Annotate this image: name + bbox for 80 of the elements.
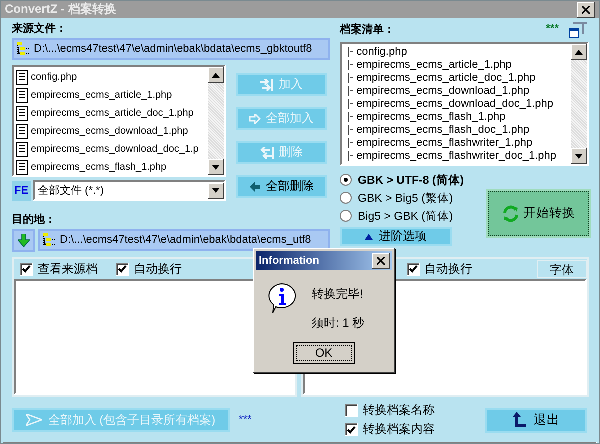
marker-text: ***: [239, 414, 252, 426]
section-label: 档案清单：: [340, 22, 395, 38]
scrollbar[interactable]: [208, 67, 224, 175]
close-button[interactable]: [577, 2, 595, 18]
checkbox[interactable]: 查看来源档: [20, 260, 98, 278]
checkmark-icon: [22, 265, 31, 273]
document-icon: [16, 106, 28, 120]
list-item[interactable]: |- config.php: [347, 45, 569, 58]
file-item[interactable]: empirecms_ecms_download_1.php: [16, 122, 206, 140]
list-item[interactable]: |- empirecms_ecms_download_doc_1.php: [347, 97, 569, 110]
checkmark-icon: [347, 426, 356, 434]
dialog-detail: 须时: 1 秒: [312, 315, 365, 332]
checkmark-icon: [408, 265, 418, 273]
window-title: ConvertZ - 档案转换: [5, 1, 116, 18]
scroll-down-icon[interactable]: [212, 164, 220, 170]
down-arrow-button[interactable]: [12, 229, 35, 252]
list-item[interactable]: |- empirecms_ecms_download_1.php: [347, 84, 569, 97]
marker-text: ***: [546, 23, 559, 35]
ok-button[interactable]: OK: [293, 342, 355, 364]
scroll-down-icon[interactable]: [575, 154, 583, 158]
file-item[interactable]: config.php: [16, 68, 206, 86]
list-item[interactable]: |- empirecms_ecms_flash_1.php: [347, 110, 569, 123]
folder-tree-icon: [17, 42, 31, 56]
document-icon: [16, 160, 28, 174]
down-arrow-icon: [18, 234, 30, 248]
file-item[interactable]: empirecms_ecms_article_1.php: [16, 86, 206, 104]
arrows-icon: [260, 146, 274, 158]
paper-plane-icon: [26, 414, 42, 426]
dialog-message: 转换完毕!: [312, 286, 364, 303]
filter-badge: FE: [12, 180, 31, 200]
radio-icon: [340, 174, 352, 186]
checkbox[interactable]: 转换档案内容: [345, 421, 435, 438]
action-button[interactable]: 全部删除: [236, 175, 327, 198]
up-arrow-icon: [512, 412, 526, 428]
refresh-icon: [502, 204, 520, 222]
scroll-up-icon[interactable]: [212, 72, 220, 78]
exit-button[interactable]: 退出: [485, 408, 587, 432]
dialog-title: Information: [259, 254, 320, 266]
list-item[interactable]: |- empirecms_ecms_flash_doc_1.php: [347, 123, 569, 136]
info-icon: [266, 282, 298, 314]
file-item[interactable]: empirecms_ecms_article_doc_1.php: [16, 104, 206, 122]
close-icon: [377, 256, 385, 264]
arrows-icon: [260, 78, 274, 90]
close-button[interactable]: [372, 252, 390, 268]
right-arrow-icon: [249, 114, 261, 124]
radio-option[interactable]: Big5 > GBK (简体): [340, 207, 464, 225]
file-item[interactable]: empirecms_ecms_download_doc_1.p: [16, 140, 206, 158]
left-arrow-icon: [249, 182, 261, 192]
checkmark-icon: [118, 265, 127, 273]
list-item[interactable]: |- empirecms_ecms_article_1.php: [347, 58, 569, 71]
section-label: 目的地：: [12, 212, 57, 228]
destination-path-field[interactable]: D:\...\ecms47test\47\e\admin\ebak\bdata\ecms_utf8: [38, 229, 330, 251]
checkbox[interactable]: 转换档案名称: [345, 402, 435, 419]
filter-dropdown[interactable]: 全部文件 (*.*): [33, 180, 226, 201]
source-path-field[interactable]: D:\...\ecms47test\47\e\admin\ebak\bdata\ecms_gbktoutf8: [12, 38, 330, 60]
tools-icon[interactable]: [569, 19, 589, 39]
folder-tree-icon: [43, 233, 57, 247]
radio-option[interactable]: GBK > UTF-8 (简体): [340, 171, 464, 189]
scrollbar[interactable]: [571, 44, 587, 164]
document-icon: [16, 88, 28, 102]
section-label: 来源文件：: [12, 22, 68, 37]
advanced-options-button[interactable]: 进阶选项: [340, 227, 452, 246]
list-item[interactable]: |- empirecms_ecms_article_doc_1.php: [347, 71, 569, 84]
checkbox[interactable]: 自动换行: [406, 260, 472, 278]
document-icon: [16, 142, 28, 156]
scroll-up-icon[interactable]: [575, 50, 583, 54]
font-button[interactable]: 字体: [537, 260, 587, 278]
up-arrow-icon: [365, 234, 373, 240]
checkbox[interactable]: 自动换行: [116, 260, 182, 278]
start-convert-button[interactable]: 开始转换: [488, 191, 589, 236]
file-item[interactable]: empirecms_ecms_flash_1.php: [16, 158, 206, 175]
radio-icon: [340, 192, 352, 204]
list-item[interactable]: |- empirecms_ecms_flashwriter_1.php: [347, 136, 569, 149]
list-item[interactable]: |- empirecms_ecms_flashwriter_doc_1.php: [347, 149, 569, 162]
radio-option[interactable]: GBK > Big5 (繁体): [340, 189, 464, 207]
close-icon: [582, 6, 590, 14]
radio-icon: [340, 210, 352, 222]
document-icon: [16, 70, 28, 84]
scroll-down-icon[interactable]: [212, 188, 220, 193]
document-icon: [16, 124, 28, 138]
